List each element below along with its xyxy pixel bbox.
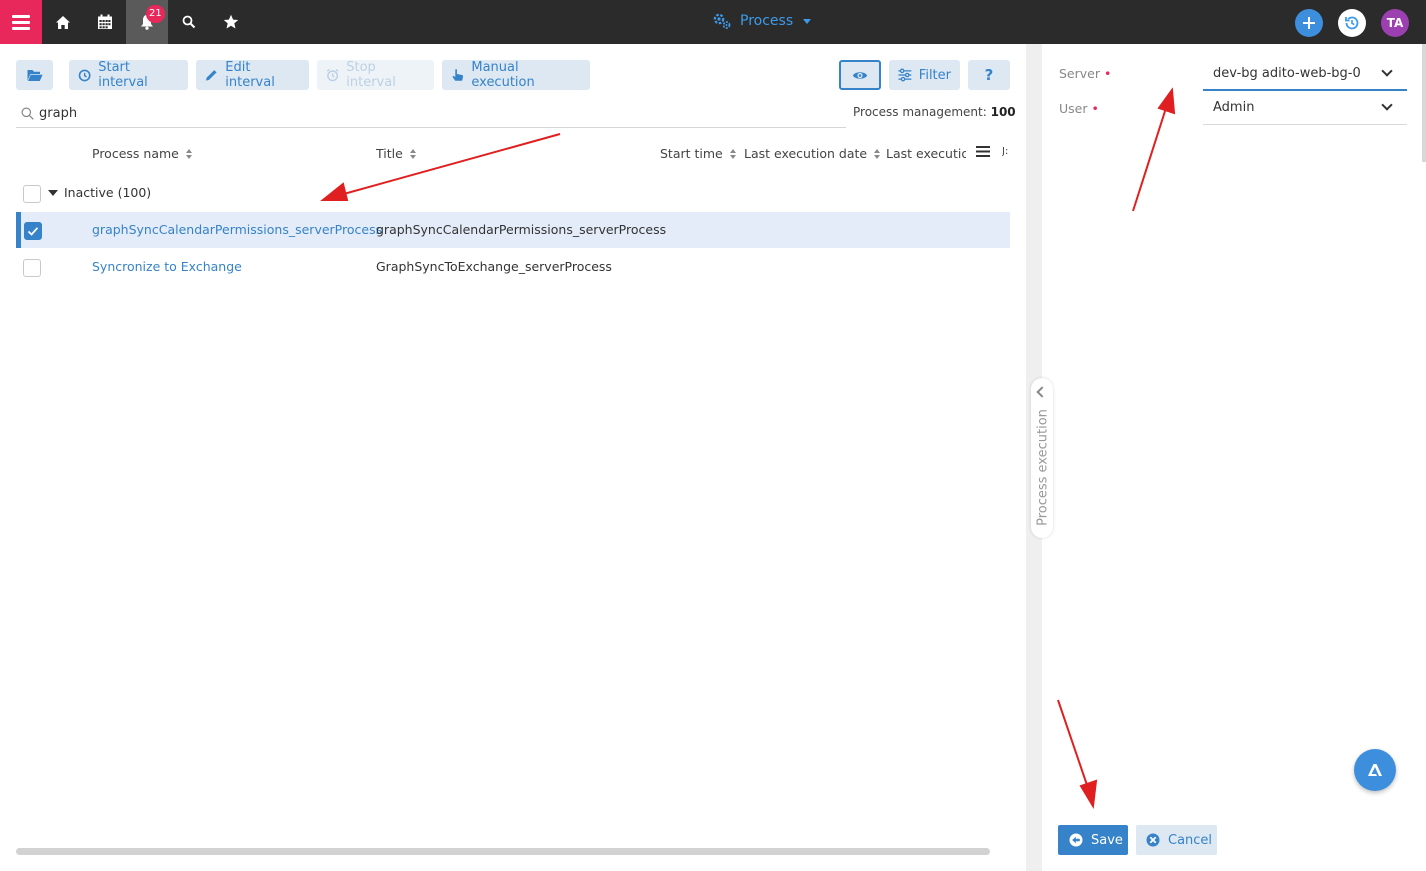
process-name-link[interactable]: graphSyncCalendarPermissions_serverProce… [92,222,382,237]
user-label: User • [1059,101,1099,116]
gears-icon [713,13,731,29]
search-input[interactable] [39,106,819,121]
annotation-arrow [1132,107,1167,212]
column-header-process-name[interactable]: Process name [92,146,192,161]
search-bar [16,100,846,128]
server-label: Server • [1059,66,1112,81]
hand-pointer-icon [452,69,464,81]
column-header-clipped: J: [1002,146,1009,157]
list-icon [976,146,990,157]
user-avatar[interactable]: TA [1381,9,1409,37]
required-marker: • [1091,101,1099,116]
favorites-button[interactable] [210,0,252,44]
annotation-arrowhead [1157,87,1176,115]
hamburger-menu-button[interactable] [0,0,42,44]
module-switcher[interactable]: Process [712,12,812,30]
sliders-icon [898,68,912,82]
history-icon [1345,16,1359,30]
chevron-down-icon [1381,65,1393,77]
calendar-button[interactable] [84,0,126,44]
column-header-last-execution[interactable]: Last executio [886,146,966,161]
process-name-link[interactable]: Syncronize to Exchange [92,259,242,274]
save-button[interactable]: Save [1058,825,1128,855]
sort-icon [874,148,881,159]
column-menu-button[interactable] [976,146,990,157]
alarm-clock-icon [326,68,339,82]
close-circle-icon [1146,833,1160,847]
sort-icon [409,148,416,159]
column-header-title[interactable]: Title [376,146,416,161]
process-count: Process management: 100 [853,105,1016,119]
server-select[interactable]: dev-bg adito-web-bg-0 [1203,57,1407,91]
horizontal-scrollbar[interactable] [16,848,990,855]
filter-button[interactable]: Filter [889,60,960,90]
notifications-button[interactable]: 21 [126,0,168,44]
annotation-arrowhead [1079,779,1098,810]
caret-down-icon [803,18,812,24]
cancel-button[interactable]: Cancel [1136,825,1217,855]
arrow-left-circle-icon [1069,833,1083,847]
open-folder-button[interactable] [16,60,53,90]
help-button[interactable]: ? [968,60,1010,90]
calendar-icon [98,14,112,29]
history-button[interactable] [1338,9,1366,37]
notification-count-badge: 21 [146,5,165,23]
start-interval-button[interactable]: Start interval [69,60,188,90]
column-header-last-execution-date[interactable]: Last execution date [744,146,881,161]
annotation-arrow [1057,699,1089,789]
star-icon [223,14,239,29]
checkmark-icon [27,227,39,236]
pencil-icon [205,70,217,81]
sort-icon [185,148,192,159]
search-button[interactable] [168,0,210,44]
column-header-start-time[interactable]: Start time [660,146,736,161]
chevron-left-icon [1036,386,1048,398]
search-icon [182,15,196,29]
required-marker: • [1104,66,1112,81]
manual-execution-button[interactable]: Manual execution [442,60,590,90]
group-row-inactive[interactable]: Inactive (100) [16,176,1010,210]
sort-icon [729,148,736,159]
group-checkbox[interactable] [23,185,41,203]
eye-icon [852,71,868,79]
user-select[interactable]: Admin [1203,91,1407,125]
table-row[interactable]: graphSyncCalendarPermissions_serverProce… [16,212,1010,248]
row-checkbox[interactable] [24,222,42,240]
table-row[interactable]: Syncronize to Exchange GraphSyncToExchan… [16,249,1010,285]
group-label: Inactive (100) [64,185,152,200]
assistant-icon [1368,764,1382,776]
selection-indicator [16,212,21,248]
stop-interval-button[interactable]: Stop interval [317,60,434,90]
chevron-down-icon [1381,99,1393,111]
row-checkbox[interactable] [23,259,41,277]
caret-down-icon[interactable] [48,190,58,196]
edit-interval-button[interactable]: Edit interval [196,60,309,90]
process-title: graphSyncCalendarPermissions_serverProce… [376,222,667,237]
panel-scrollbar[interactable] [1422,44,1426,162]
home-icon [56,15,70,29]
plus-icon [1303,17,1315,29]
home-button[interactable] [42,0,84,44]
add-button[interactable] [1295,9,1323,37]
process-execution-tab[interactable]: Process execution [1031,378,1053,538]
assistant-button[interactable] [1354,749,1396,791]
process-execution-tab-label: Process execution [1035,409,1051,526]
annotation-arrows [320,87,1176,810]
process-title: GraphSyncToExchange_serverProcess [376,259,612,274]
top-bar: 21 Process TA [0,0,1426,44]
folder-open-icon [27,69,43,81]
timer-icon [78,69,91,82]
search-icon [21,107,34,120]
module-title: Process [740,13,794,29]
view-toggle-button[interactable] [839,60,881,90]
